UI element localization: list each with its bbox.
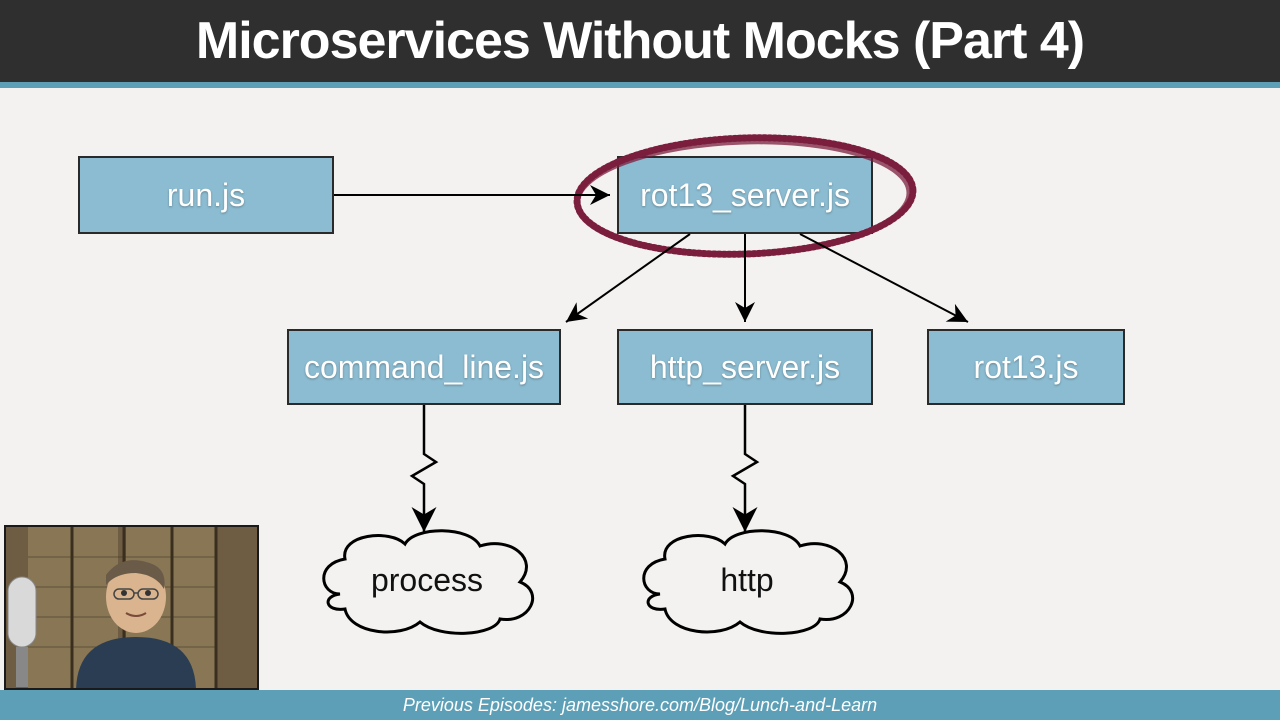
edge-cmdline-to-process <box>412 405 436 532</box>
node-label: run.js <box>167 177 245 214</box>
cloud-http-label: http <box>647 562 847 599</box>
edge-server-to-rot13 <box>800 234 968 322</box>
presenter-webcam <box>4 525 259 690</box>
node-label: command_line.js <box>304 349 544 386</box>
page-title: Microservices Without Mocks (Part 4) <box>196 11 1084 71</box>
title-bar: Microservices Without Mocks (Part 4) <box>0 0 1280 88</box>
edge-server-to-cmdline <box>566 234 690 322</box>
node-rot13-server: rot13_server.js <box>617 156 873 234</box>
footer-bar: Previous Episodes: jamesshore.com/Blog/L… <box>0 690 1280 720</box>
node-rot13: rot13.js <box>927 329 1125 405</box>
node-command-line: command_line.js <box>287 329 561 405</box>
node-http-server: http_server.js <box>617 329 873 405</box>
node-label: http_server.js <box>650 349 840 386</box>
node-label: rot13_server.js <box>640 177 850 214</box>
edge-httpserver-to-http <box>733 405 757 532</box>
node-run: run.js <box>78 156 334 234</box>
node-label: rot13.js <box>974 349 1079 386</box>
cloud-process-label: process <box>327 562 527 599</box>
footer-text: Previous Episodes: jamesshore.com/Blog/L… <box>403 695 877 716</box>
